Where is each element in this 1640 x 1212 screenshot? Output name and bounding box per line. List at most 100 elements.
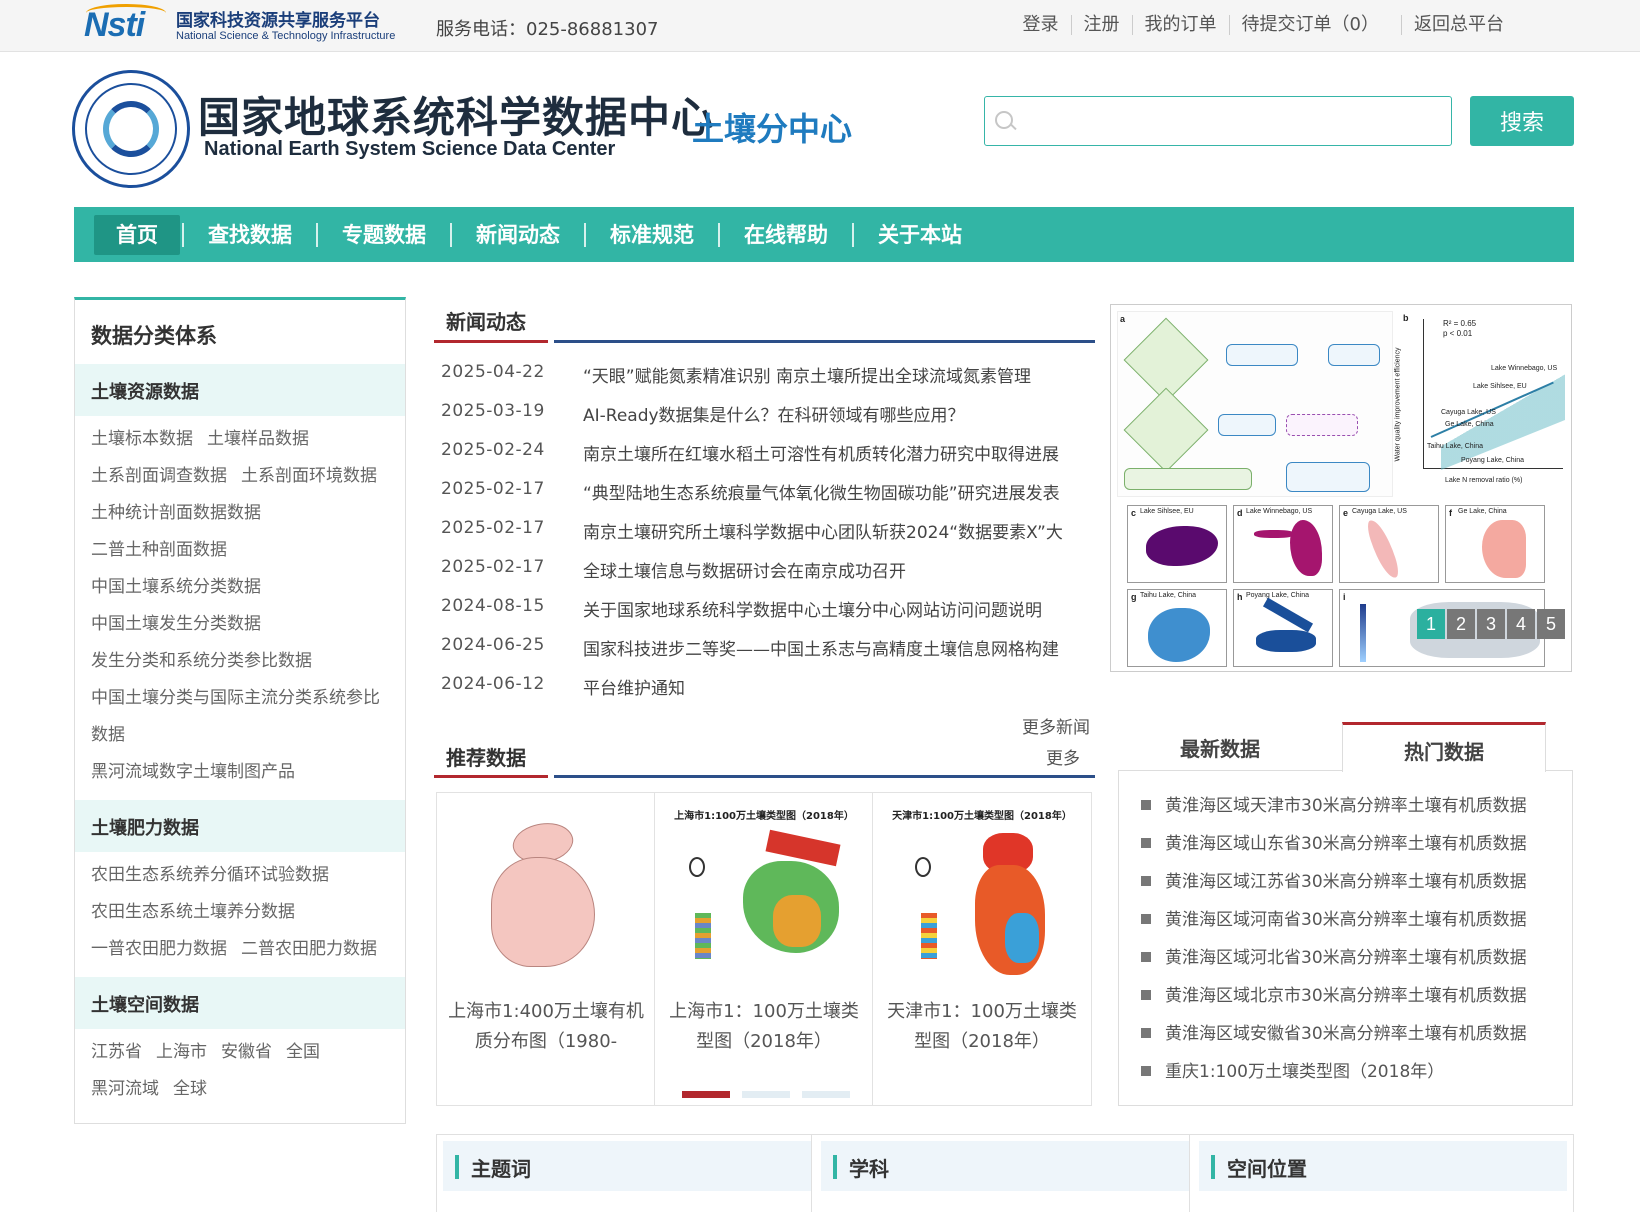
filter-location[interactable]: 空间位置 xyxy=(1199,1141,1567,1191)
sidebar-item: 土壤标本数据 土壤样品数据 xyxy=(91,429,309,449)
nav-home[interactable]: 首页 xyxy=(94,214,180,255)
data-category-sidebar: 数据分类体系 土壤资源数据 土壤标本数据 土壤样品数据 土系剖面调查数据 土系剖面环… xyxy=(74,297,406,1124)
list-item[interactable]: 黄淮海区域河北省30米高分辨率土壤有机质数据 xyxy=(1141,943,1527,968)
news-section-title: 新闻动态 xyxy=(446,310,526,334)
scatter-figure: b R² = 0.65 p < 0.01 Lake Winnebago, US … xyxy=(1395,311,1567,497)
slider-page-4[interactable]: 4 xyxy=(1507,609,1535,639)
lake-panel-e: e Cayuga Lake, US xyxy=(1339,505,1439,583)
news-item[interactable]: 2025-02-17 南京土壤研究所土壤科学数据中心团队斩获2024“数据要素X”… xyxy=(441,518,1083,544)
nsti-en-name: National Science & Technology Infrastruc… xyxy=(176,30,396,42)
map-thumbnail xyxy=(887,833,1077,993)
more-news-link[interactable]: 更多新闻 xyxy=(1022,713,1090,738)
north-arrow-icon xyxy=(915,857,931,877)
my-orders-link[interactable]: 我的订单 xyxy=(1131,15,1229,35)
nav-find-data[interactable]: 查找数据 xyxy=(186,215,314,255)
nsti-mark: Nsti xyxy=(84,6,145,44)
news-item[interactable]: 2024-06-12 平台维护通知 xyxy=(441,674,1083,700)
sidebar-item: 中国土壤系统分类数据 xyxy=(91,577,261,597)
recommend-card[interactable]: 上海市1:400万土壤有机质分布图（1980- xyxy=(437,793,655,1105)
recommend-title-underline xyxy=(434,775,548,778)
sidebar-item: 农田生态系统养分循环试验数据 xyxy=(91,865,329,885)
news-item[interactable]: 2025-02-24 南京土壤所在红壤水稻土可溶性有机质转化潜力研究中取得进展 xyxy=(441,440,1083,466)
top-links: 登录 注册 我的订单 待提交订单（0） 返回总平台 xyxy=(1011,15,1516,35)
news-item[interactable]: 2025-03-19 AI-Ready数据集是什么？在科研领域有哪些应用？ xyxy=(441,401,1083,427)
lake-panel-c: c Lake Sihlsee, EU xyxy=(1127,505,1227,583)
filter-discipline[interactable]: 学科 xyxy=(821,1141,1189,1191)
nav-standards[interactable]: 标准规范 xyxy=(588,215,716,255)
list-item[interactable]: 黄淮海区域山东省30米高分辨率土壤有机质数据 xyxy=(1141,829,1527,854)
login-link[interactable]: 登录 xyxy=(1011,15,1071,35)
search-input[interactable] xyxy=(1025,105,1435,137)
carousel-dot-2[interactable] xyxy=(742,1091,790,1098)
lake-panel-d: d Lake Winnebago, US xyxy=(1233,505,1333,583)
slider-pager: 1 2 3 4 5 xyxy=(1415,609,1565,639)
center-logo-icon[interactable] xyxy=(72,70,190,188)
sidebar-item: 黑河流域 全球 xyxy=(91,1079,207,1099)
recommend-more-link[interactable]: 更多 xyxy=(1046,744,1080,769)
nav-help[interactable]: 在线帮助 xyxy=(722,215,850,255)
sidebar-item: 黑河流域数字土壤制图产品 xyxy=(91,762,295,782)
list-item[interactable]: 重庆1:100万土壤类型图（2018年） xyxy=(1141,1057,1444,1082)
search-button[interactable]: 搜索 xyxy=(1470,96,1574,146)
list-item[interactable]: 黄淮海区域天津市30米高分辨率土壤有机质数据 xyxy=(1141,791,1527,816)
list-item[interactable]: 黄淮海区域江苏省30米高分辨率土壤有机质数据 xyxy=(1141,867,1527,892)
nsti-logo[interactable]: Nsti 国家科技资源共享服务平台 National Science & Tec… xyxy=(84,4,416,46)
news-image-slider[interactable]: a b R² = 0.65 p < 0.01 Lake Winnebago, U… xyxy=(1110,304,1572,672)
category-soil-spatial[interactable]: 土壤空间数据 xyxy=(75,977,405,1029)
lake-panel-g: g Taihu Lake, China xyxy=(1127,589,1227,667)
recommend-divider xyxy=(554,775,1095,778)
sidebar-item: 农田生态系统土壤养分数据 xyxy=(91,902,295,922)
slider-page-3[interactable]: 3 xyxy=(1477,609,1505,639)
recommend-card[interactable]: 天津市1:100万土壤类型图（2018年） 天津市1：100万土壤类型图（201… xyxy=(873,793,1091,1105)
hot-data-list: 黄淮海区域天津市30米高分辨率土壤有机质数据 黄淮海区域山东省30米高分辨率土壤… xyxy=(1118,770,1573,1106)
sidebar-item: 中国土壤分类与国际主流分类系统参比 xyxy=(91,688,380,708)
sidebar-item: 一普农田肥力数据 二普农田肥力数据 xyxy=(91,939,377,959)
news-item[interactable]: 2025-02-17 全球土壤信息与数据研讨会在南京成功召开 xyxy=(441,557,1083,583)
sub-center-name: 土壤分中心 xyxy=(692,110,853,148)
nsti-cn-name: 国家科技资源共享服务平台 xyxy=(176,11,380,31)
category-soil-resources[interactable]: 土壤资源数据 xyxy=(75,364,405,416)
recommend-card-caption: 上海市1:400万土壤有机质分布图（1980- xyxy=(448,1001,644,1052)
news-divider xyxy=(554,340,1095,343)
pending-orders-link[interactable]: 待提交订单（0） xyxy=(1228,15,1391,35)
map-thumbnail xyxy=(669,829,859,993)
slider-page-5[interactable]: 5 xyxy=(1537,609,1565,639)
sidebar-item: 土种统计剖面数据数据 xyxy=(91,503,261,523)
sidebar-item: 二普土种剖面数据 xyxy=(91,540,227,560)
tab-hot-data[interactable]: 热门数据 xyxy=(1342,722,1546,772)
recommend-carousel: 上海市1:400万土壤有机质分布图（1980- 上海市1:100万土壤类型图（2… xyxy=(436,792,1092,1106)
sidebar-item: 发生分类和系统分类参比数据 xyxy=(91,651,312,671)
main-nav: 首页 查找数据 专题数据 新闻动态 标准规范 在线帮助 关于本站 xyxy=(74,207,1574,262)
recommend-section-title: 推荐数据 xyxy=(446,746,526,770)
sidebar-item: 江苏省 上海市 安徽省 全国 xyxy=(91,1042,320,1062)
recommend-card[interactable]: 上海市1:100万土壤类型图（2018年） 上海市1：100万土壤类型图（201… xyxy=(655,793,873,1105)
list-item[interactable]: 黄淮海区域河南省30米高分辨率土壤有机质数据 xyxy=(1141,905,1527,930)
news-title-underline xyxy=(434,340,548,343)
news-item[interactable]: 2025-02-17 “典型陆地生态系统痕量气体氧化微生物固碳功能”研究进展发表 xyxy=(441,479,1083,505)
sidebar-item: 中国土壤发生分类数据 xyxy=(91,614,261,634)
news-item[interactable]: 2024-08-15 关于国家地球系统科学数据中心土壤分中心网站访问问题说明 xyxy=(441,596,1083,622)
news-item[interactable]: 2025-04-22 “天眼”赋能氮素精准识别 南京土壤所提出全球流域氮素管理 xyxy=(441,362,1083,388)
data-tabs: 最新数据 热门数据 xyxy=(1118,722,1573,772)
register-link[interactable]: 注册 xyxy=(1070,15,1132,35)
nav-news[interactable]: 新闻动态 xyxy=(454,215,582,255)
slider-page-1[interactable]: 1 xyxy=(1417,609,1445,639)
recommend-card-caption: 天津市1：100万土壤类型图（2018年） xyxy=(887,1001,1077,1052)
category-soil-fertility[interactable]: 土壤肥力数据 xyxy=(75,800,405,852)
filter-section: 主题词 学科 空间位置 xyxy=(436,1134,1574,1212)
top-bar: Nsti 国家科技资源共享服务平台 National Science & Tec… xyxy=(0,0,1640,52)
nav-about[interactable]: 关于本站 xyxy=(856,215,984,255)
filter-keywords[interactable]: 主题词 xyxy=(443,1141,811,1191)
list-item[interactable]: 黄淮海区域安徽省30米高分辨率土壤有机质数据 xyxy=(1141,1019,1527,1044)
recommend-card-caption: 上海市1：100万土壤类型图（2018年） xyxy=(669,1001,859,1052)
back-to-platform-link[interactable]: 返回总平台 xyxy=(1401,15,1516,35)
carousel-dot-3[interactable] xyxy=(802,1091,850,1098)
carousel-dot-1[interactable] xyxy=(682,1091,730,1098)
sidebar-item: 土系剖面调查数据 土系剖面环境数据 xyxy=(91,466,377,486)
news-item[interactable]: 2024-06-25 国家科技进步二等奖——中国土系志与高精度土壤信息网格构建 xyxy=(441,635,1083,661)
nav-special-data[interactable]: 专题数据 xyxy=(320,215,448,255)
slider-page-2[interactable]: 2 xyxy=(1447,609,1475,639)
service-hotline: 服务电话：025-86881307 xyxy=(436,19,659,40)
tab-latest-data[interactable]: 最新数据 xyxy=(1118,722,1322,772)
list-item[interactable]: 黄淮海区域北京市30米高分辨率土壤有机质数据 xyxy=(1141,981,1527,1006)
